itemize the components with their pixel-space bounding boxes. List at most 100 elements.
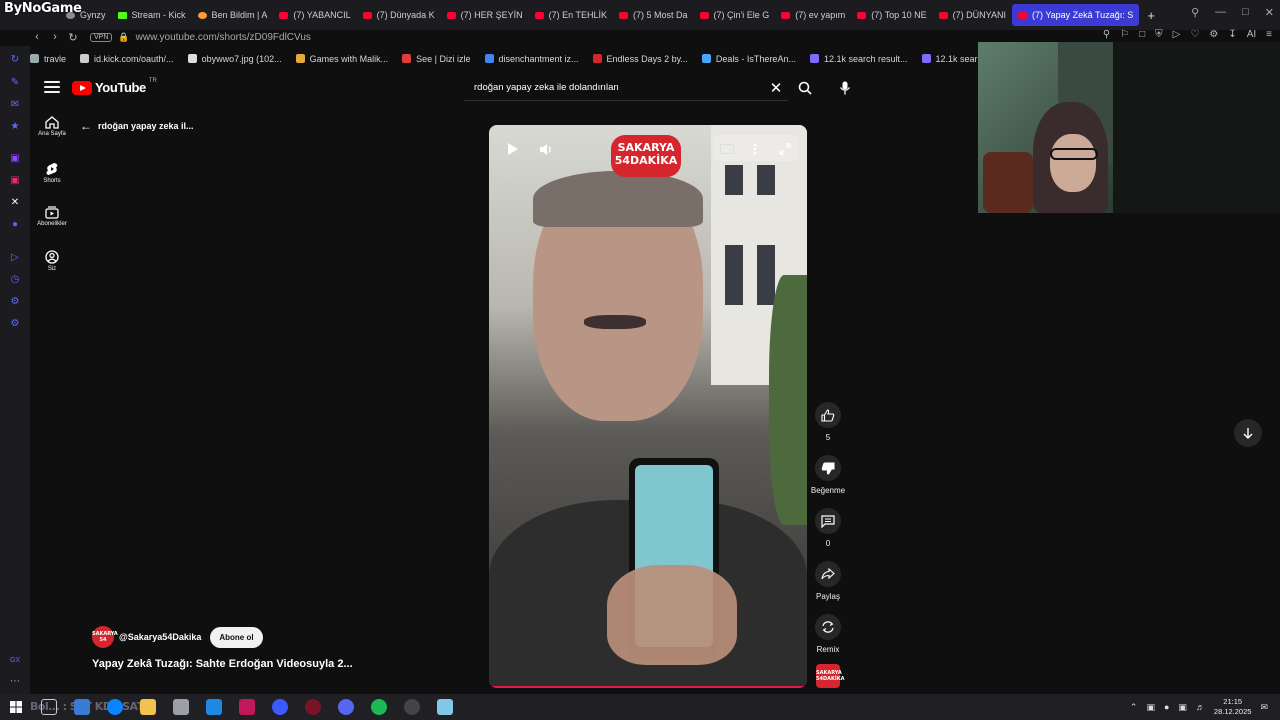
downloads-icon[interactable]: ↧ [1228,29,1236,40]
youtube-logo[interactable]: YouTube TR [72,78,157,95]
forward-button[interactable]: › [46,31,64,43]
discord-taskbar-icon[interactable] [338,699,354,715]
channel-name[interactable]: @Sakarya54Dakika [119,632,201,642]
remix-button[interactable] [815,614,841,640]
notepad-icon[interactable] [437,699,453,715]
tray-mic-icon[interactable]: ● [1164,702,1169,712]
browser-tab[interactable]: (7) HER ŞEYİN [441,4,529,26]
instagram-icon[interactable]: ▣ [9,175,21,187]
browser-tab[interactable]: Gynzy [60,4,112,26]
nav-you[interactable]: Siz [30,250,74,272]
browser-tab[interactable]: Ben Bildim | A [192,4,274,26]
ea-app-icon[interactable] [272,699,288,715]
fullscreen-button[interactable] [772,137,798,161]
browser-tab[interactable]: (7) Çin'i Ele G [694,4,776,26]
valorant-icon[interactable] [239,699,255,715]
sidebar-history-icon[interactable]: ◷ [9,274,21,286]
pin-icon[interactable]: ⚐ [1120,29,1129,40]
close-window-button[interactable]: ✕ [1265,6,1274,19]
reload-button[interactable]: ↻ [64,31,82,44]
speaker-icon[interactable]: ♬ [1196,702,1205,712]
browser-tab[interactable]: (7) Top 10 NE [851,4,932,26]
sidebar-more-icon[interactable]: ⋯ [9,676,21,688]
bookmark-item[interactable]: disenchantment iz... [484,54,579,64]
heart-icon[interactable]: ♡ [1190,29,1199,40]
network-icon[interactable]: ▣ [1178,702,1187,713]
video-progress-bar[interactable] [489,686,807,688]
shorts-video-player[interactable]: SAKARYA 54DAKİKA [489,125,807,688]
sidebar-player-icon[interactable]: ▷ [9,252,21,264]
send-icon[interactable]: ▷ [1173,29,1181,40]
discord-icon[interactable]: ● [9,219,21,231]
nav-subscriptions[interactable]: Abonelikler [30,206,74,227]
ai-button[interactable]: AI [1247,29,1256,40]
subscribe-button[interactable]: Abone ol [210,626,263,648]
like-button[interactable] [815,402,841,428]
sidebar-settings-icon[interactable]: ⚙ [9,318,21,330]
browser-tab[interactable]: (7) Dünyada K [357,4,441,26]
browser-tab[interactable]: (7) DÜNYANI [933,4,1012,26]
browser-tab[interactable]: (7) En TEHLİK [529,4,613,26]
bookmark-item[interactable]: Endless Days 2 by... [592,54,688,64]
more-options-button[interactable] [742,137,768,161]
browser-tab[interactable]: Stream - Kick [112,4,192,26]
store-icon[interactable] [173,699,189,715]
clear-search-icon[interactable]: ✕ [764,79,788,97]
sidebar-translate-icon[interactable]: ✎ [9,77,21,89]
x-icon[interactable]: ✕ [9,197,21,209]
twitch-icon[interactable]: ▣ [9,153,21,165]
next-video-button[interactable] [1234,419,1262,447]
volume-button[interactable] [533,137,559,161]
browser-tab[interactable]: (7) YABANCIL [273,4,356,26]
lock-icon[interactable]: 🔒 [118,32,129,43]
dislike-button[interactable] [815,455,841,481]
taskbar-app-icon[interactable] [74,699,90,715]
bookmark-item[interactable]: 12.1k search result... [809,54,908,64]
bookmark-item[interactable]: obywwo7.jpg (102... [187,54,282,64]
notifications-icon[interactable]: ✉ [1260,702,1268,713]
new-tab-button[interactable]: + [1141,4,1161,26]
browser-tab[interactable]: (7) 5 Most Da [613,4,694,26]
back-arrow-icon[interactable]: ← [80,119,92,133]
search-button[interactable] [790,75,820,101]
clock[interactable]: 21:15 28.12.2025 [1214,697,1252,717]
play-button[interactable] [500,137,526,161]
nav-shorts[interactable]: Shorts [30,162,74,184]
task-view-icon[interactable] [41,699,57,715]
spotify-icon[interactable] [371,699,387,715]
shield-icon[interactable]: ⛨ [1155,29,1163,40]
vpn-badge[interactable]: VPN [90,32,113,42]
sidebar-chat-icon[interactable]: ✉ [9,99,21,111]
menu-icon[interactable]: ≡ [1266,29,1272,40]
channel-logo-thumbnail[interactable]: SAKARYA 54DAKİKA [816,664,844,688]
bookmark-item[interactable]: id.kick.com/oauth/... [80,54,174,64]
mail-icon[interactable] [206,699,222,715]
bookmark-item[interactable]: travle [30,54,66,64]
share-button[interactable] [815,561,841,587]
zoom-icon[interactable]: ⚲ [1103,29,1110,40]
back-to-search[interactable]: ← rdoğan yapay zeka il... [80,119,194,133]
sidebar-refresh-icon[interactable]: ↻ [9,54,21,66]
file-explorer-icon[interactable] [140,699,156,715]
search-tabs-icon[interactable]: ⚲ [1191,6,1199,19]
hamburger-menu-icon[interactable] [44,81,60,95]
video-title[interactable]: Yapay Zekâ Tuzağı: Sahte Erdoğan Videosu… [92,658,353,670]
sidebar-gx-icon[interactable]: GX [9,655,21,667]
url-field[interactable]: www.youtube.com/shorts/zD09FdlCVus [136,32,311,43]
bookmark-item[interactable]: See | Dizi izle [402,54,471,64]
search-input[interactable]: rdoğan yapay zeka ile dolandırılan ✕ [464,75,788,101]
captions-button[interactable] [714,137,740,161]
nav-home[interactable]: Ana Sayfa [30,116,74,137]
tray-app-icon[interactable]: ▣ [1146,702,1155,713]
edge-icon[interactable] [107,699,123,715]
comments-button[interactable] [815,508,841,534]
snapshot-icon[interactable]: □ [1139,29,1145,40]
obs-icon[interactable] [404,699,420,715]
bookmark-item[interactable]: Games with Malik... [295,54,388,64]
extensions-icon[interactable]: ⚙ [1209,29,1218,40]
back-button[interactable]: ‹ [28,31,46,43]
channel-avatar[interactable]: SAKARYA 54 [92,626,118,648]
sidebar-messenger-icon[interactable]: ★ [9,121,21,133]
voice-search-button[interactable] [832,75,858,101]
bookmark-item[interactable]: Deals - IsThereAn... [701,54,796,64]
